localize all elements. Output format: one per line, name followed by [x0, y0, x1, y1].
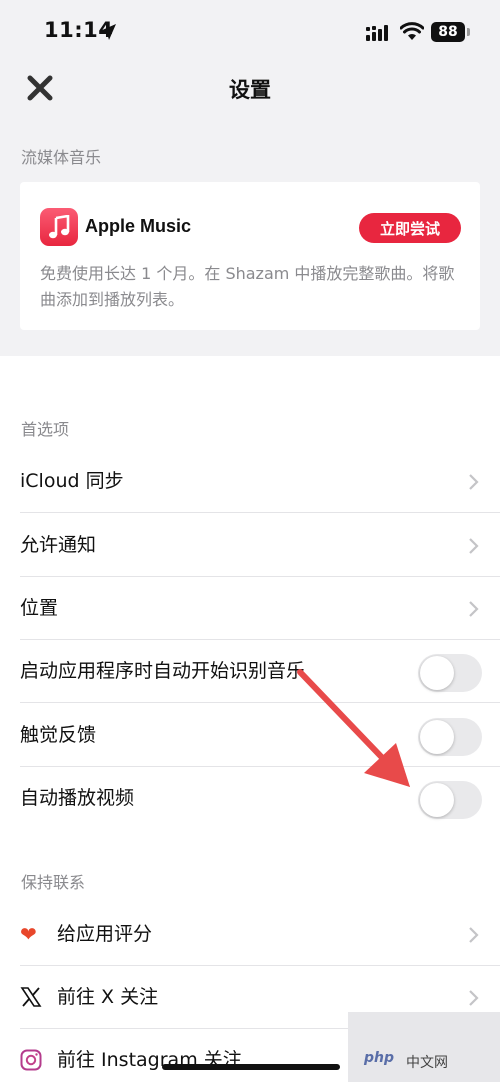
wifi-icon: [400, 22, 424, 40]
row-label: 位置: [20, 597, 59, 619]
section-header-stay-connected: 保持联系: [21, 873, 86, 892]
row-allow-notifications[interactable]: 允许通知: [20, 514, 500, 577]
watermark-logo: php 中文网: [348, 1012, 500, 1082]
row-label: iCloud 同步: [20, 470, 124, 492]
page-title: 设置: [229, 78, 271, 102]
battery-level: 88: [438, 24, 458, 40]
battery-indicator: 88: [431, 22, 465, 42]
row-rate-app[interactable]: ❤ 给应用评分: [20, 903, 500, 966]
x-logo-icon: [20, 987, 42, 1007]
row-label: 自动播放视频: [20, 787, 135, 809]
chevron-right-icon: [469, 538, 479, 554]
toggle-knob: [420, 720, 454, 754]
row-autoplay-video: 自动播放视频: [20, 767, 500, 830]
row-label: 前往 X 关注: [57, 986, 159, 1008]
row-label: 允许通知: [20, 534, 97, 556]
row-label: 启动应用程序时自动开始识别音乐: [20, 660, 306, 682]
chevron-right-icon: [469, 927, 479, 943]
watermark-prefix: php: [364, 1050, 395, 1066]
section-header-preferences: 首选项: [21, 420, 70, 439]
row-icloud-sync[interactable]: iCloud 同步: [20, 450, 500, 513]
chevron-right-icon: [469, 474, 479, 490]
apple-music-title: Apple Music: [85, 216, 192, 236]
try-now-label: 立即尝试: [379, 219, 440, 238]
row-auto-shazam-on-launch: 启动应用程序时自动开始识别音乐: [20, 640, 500, 703]
home-indicator: [162, 1064, 340, 1070]
row-location[interactable]: 位置: [20, 577, 500, 640]
watermark-text: 中文网: [406, 1055, 448, 1071]
haptic-feedback-toggle[interactable]: [418, 718, 482, 756]
chevron-right-icon: [469, 601, 479, 617]
try-now-button[interactable]: 立即尝试: [359, 213, 461, 243]
apple-music-card: Apple Music 立即尝试 免费使用长达 1 个月。在 Shazam 中播…: [20, 182, 480, 330]
row-haptic-feedback: 触觉反馈: [20, 704, 500, 767]
row-label: 给应用评分: [57, 923, 153, 945]
row-label: 触觉反馈: [20, 724, 97, 746]
row-label: 前往 Instagram 关注: [57, 1049, 242, 1071]
section-header-streaming: 流媒体音乐: [21, 148, 102, 167]
autoplay-video-toggle[interactable]: [418, 781, 482, 819]
battery-nub: [467, 28, 470, 36]
toggle-knob: [420, 783, 454, 817]
cellular-signal-icon: [366, 25, 388, 41]
status-bar: 11:14 88: [0, 0, 500, 64]
location-arrow-icon: [100, 24, 116, 40]
heart-icon: ❤: [20, 922, 37, 946]
toggle-knob: [420, 656, 454, 690]
apple-music-logo-icon: [40, 208, 78, 246]
chevron-right-icon: [469, 990, 479, 1006]
instagram-icon: [20, 1049, 42, 1071]
apple-music-description: 免费使用长达 1 个月。在 Shazam 中播放完整歌曲。将歌曲添加到播放列表。: [40, 264, 455, 309]
auto-shazam-toggle[interactable]: [418, 654, 482, 692]
